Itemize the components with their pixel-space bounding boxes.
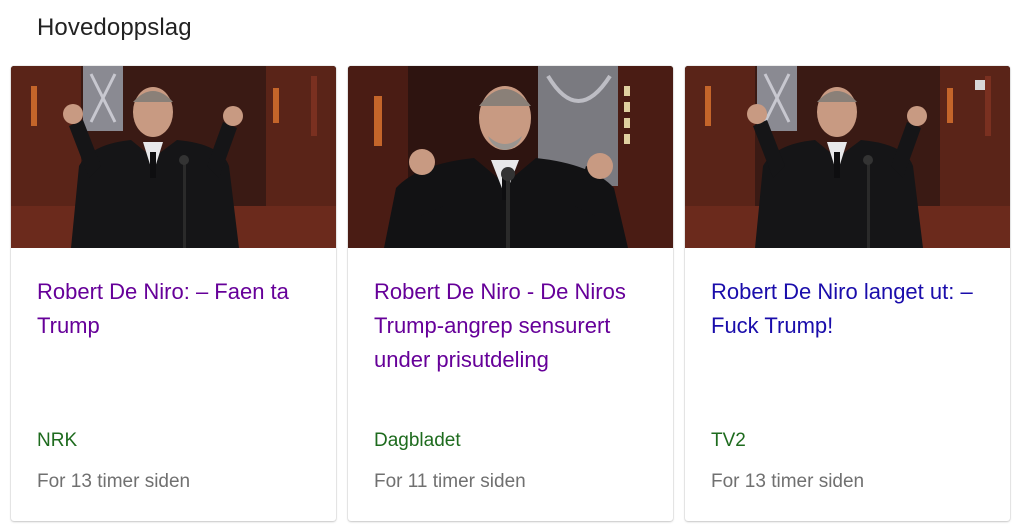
news-thumbnail-image[interactable] [11,66,336,248]
timestamp: For 11 timer siden [374,471,526,492]
news-thumbnail-image[interactable] [348,66,673,248]
publisher-name: TV2 [711,430,746,451]
headline-link[interactable]: Robert De Niro langet ut: – Fuck Trump! [711,275,991,343]
publisher-name: Dagbladet [374,430,461,451]
news-card[interactable]: Robert De Niro: – Faen ta Trump NRK For … [11,66,336,521]
headline-link[interactable]: Robert De Niro - De Niros Trump-angrep s… [374,275,654,377]
timestamp: For 13 timer siden [711,471,865,492]
timestamp: For 13 timer siden [37,471,191,492]
news-thumbnail-image[interactable] [685,66,1010,248]
publisher-name: NRK [37,430,78,451]
section-title: Hovedoppslag [37,14,192,41]
news-card[interactable]: Robert De Niro langet ut: – Fuck Trump! … [685,66,1010,521]
top-stories-carousel: Robert De Niro: – Faen ta Trump NRK For … [11,66,1010,521]
headline-link[interactable]: Robert De Niro: – Faen ta Trump [37,275,317,343]
news-card[interactable]: Robert De Niro - De Niros Trump-angrep s… [348,66,673,521]
